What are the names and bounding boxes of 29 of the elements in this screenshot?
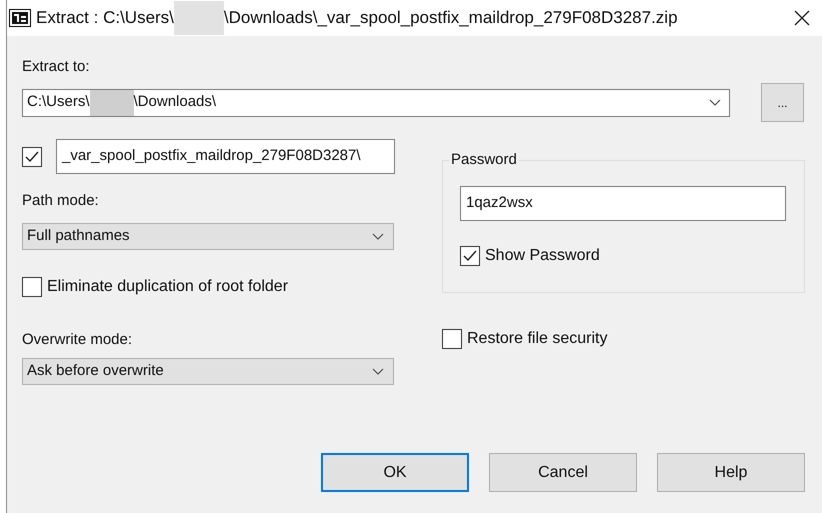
folder-name-field[interactable]: _var_spool_postfix_maildrop_279F08D3287\ (56, 139, 395, 174)
dialog-button[interactable]: OK (321, 453, 469, 492)
checkbox[interactable] (22, 146, 42, 166)
dropdown[interactable]: Ask before overwrite (22, 358, 394, 385)
checkbox[interactable] (22, 276, 42, 296)
field-label: Overwrite mode: (22, 331, 134, 349)
field-label: Path mode: (22, 192, 100, 210)
checkbox-label: Show Password (485, 246, 600, 266)
checkmark-icon (25, 150, 39, 162)
dropdown-caret-icon (709, 99, 721, 106)
window-title: \Downloads\_var_spool_postfix_maildrop_279F08D3287.zip (224, 7, 678, 30)
checkbox[interactable] (442, 328, 462, 348)
destination-combo[interactable]: C:\Users\ \Downloads\ (22, 88, 730, 116)
dropdown-caret-icon (372, 233, 384, 240)
dialog-button[interactable]: Cancel (489, 453, 637, 492)
checkmark-icon (463, 250, 477, 262)
dropdown-caret-icon (372, 368, 384, 375)
browse-button[interactable]: ... (761, 83, 804, 122)
password-field[interactable]: 1qaz2wsx (460, 186, 786, 221)
field-label: Extract to: (22, 58, 91, 76)
redaction-mark (174, 1, 224, 35)
checkbox[interactable] (460, 246, 480, 266)
checkbox-label: Eliminate duplication of root folder (47, 276, 288, 296)
dialog-button[interactable]: Help (657, 453, 805, 492)
window-title: Extract : C:\Users\ (36, 7, 174, 30)
checkbox-label: Restore file security (467, 328, 608, 348)
redaction-mark (90, 90, 134, 116)
close-icon[interactable] (794, 10, 810, 26)
dropdown[interactable]: Full pathnames (22, 223, 394, 250)
